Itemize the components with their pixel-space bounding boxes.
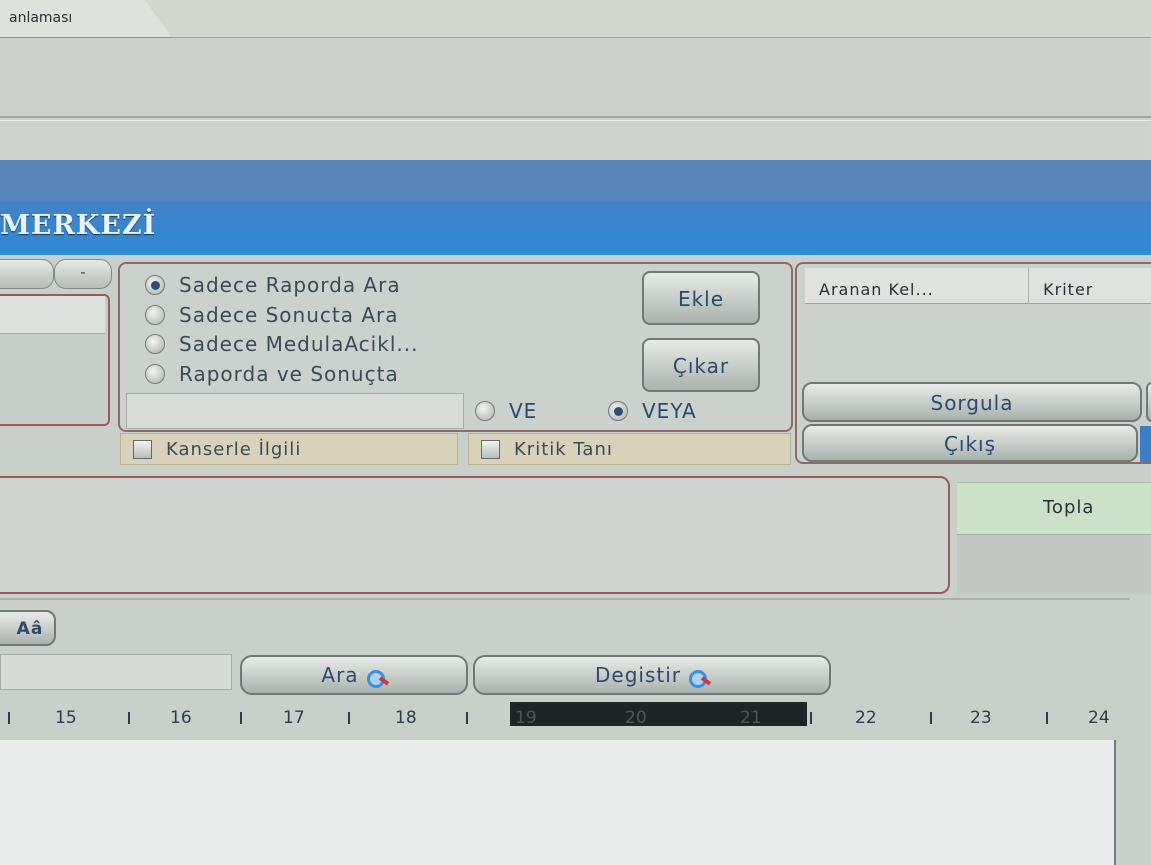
remove-button[interactable]: Çıkar bbox=[642, 338, 760, 392]
ruler-tick bbox=[8, 712, 10, 724]
ruler-number: 24 bbox=[1088, 708, 1110, 728]
radio-selected-icon bbox=[608, 401, 628, 421]
replace-button[interactable]: Degistir bbox=[473, 655, 831, 695]
find-input[interactable] bbox=[0, 654, 232, 690]
exit-button[interactable]: Çıkış bbox=[802, 424, 1138, 462]
ruler-tick bbox=[466, 712, 468, 724]
find-button[interactable]: Ara bbox=[240, 655, 468, 695]
ruler-number: 22 bbox=[855, 708, 877, 728]
ruler-number: 23 bbox=[970, 708, 992, 728]
list-item[interactable] bbox=[0, 296, 105, 334]
side-indicator bbox=[1140, 426, 1151, 462]
ruler[interactable]: 15 16 17 18 19 20 21 22 23 24 bbox=[0, 700, 1151, 740]
tab-strip bbox=[0, 0, 1151, 38]
match-case-button[interactable]: Aâ bbox=[0, 610, 56, 646]
ruler-tick bbox=[1046, 712, 1048, 724]
ruler-number: 20 bbox=[625, 708, 647, 728]
radio-only-result[interactable]: Sadece Sonucta Ara bbox=[145, 300, 399, 330]
add-button[interactable]: Ekle bbox=[642, 271, 760, 325]
criteria-table-header: Aranan Kel... Kriter bbox=[805, 268, 1151, 304]
notes-textarea[interactable] bbox=[0, 476, 950, 594]
radio-icon bbox=[145, 305, 165, 325]
document-editor[interactable] bbox=[0, 740, 1116, 865]
ruler-tick bbox=[128, 712, 130, 724]
radio-report-and-result[interactable]: Raporda ve Sonuçta bbox=[145, 359, 399, 389]
checkbox-icon bbox=[481, 439, 500, 459]
ruler-tick bbox=[930, 712, 932, 724]
radio-label: Sadece Raporda Ara bbox=[179, 273, 401, 297]
query-button[interactable]: Sorgula bbox=[802, 382, 1142, 422]
checkbox-icon bbox=[133, 439, 152, 459]
ruler-number: 18 bbox=[395, 708, 417, 728]
page-title: MERKEZİ bbox=[0, 210, 157, 241]
checkbox-cancer-related[interactable]: Kanserle İlgili bbox=[120, 433, 458, 465]
radio-and[interactable]: VE bbox=[475, 396, 537, 426]
total-label: Topla bbox=[1043, 497, 1095, 518]
radio-icon bbox=[475, 401, 495, 421]
minus-button[interactable]: - bbox=[54, 259, 112, 289]
find-label: Ara bbox=[321, 663, 359, 687]
radio-label: VE bbox=[509, 399, 538, 423]
tab-active[interactable]: anlaması bbox=[0, 0, 172, 38]
collapse-button[interactable] bbox=[0, 259, 54, 289]
radio-label: Raporda ve Sonuçta bbox=[179, 362, 399, 386]
ruler-tick bbox=[348, 712, 350, 724]
radio-icon bbox=[145, 334, 165, 354]
radio-label: VEYA bbox=[642, 399, 697, 423]
radio-or[interactable]: VEYA bbox=[608, 396, 697, 426]
radio-only-report[interactable]: Sadece Raporda Ara bbox=[145, 270, 401, 300]
search-icon bbox=[366, 669, 387, 688]
ruler-tick bbox=[810, 712, 812, 724]
radio-only-medula[interactable]: Sadece MedulaAcikl... bbox=[145, 329, 418, 359]
search-replace-icon bbox=[689, 669, 709, 688]
replace-label: Degistir bbox=[595, 663, 681, 687]
editor-margin bbox=[1118, 740, 1151, 865]
ruler-number: 16 bbox=[170, 708, 192, 728]
divider bbox=[0, 598, 1130, 600]
ruler-tick bbox=[240, 712, 242, 724]
ruler-number: 21 bbox=[740, 708, 762, 728]
toolbar-band bbox=[0, 38, 1151, 118]
ruler-number: 17 bbox=[283, 708, 305, 728]
radio-label: Sadece MedulaAcikl... bbox=[179, 332, 419, 356]
radio-label: Sadece Sonucta Ara bbox=[179, 303, 399, 327]
keyword-input[interactable] bbox=[126, 393, 464, 429]
checkbox-critical-diagnosis[interactable]: Kritik Tanı bbox=[468, 433, 791, 465]
tab-label: anlaması bbox=[9, 10, 73, 26]
checkbox-label: Kanserle İlgili bbox=[166, 438, 302, 460]
column-header-keyword[interactable]: Aranan Kel... bbox=[805, 268, 1030, 304]
checkbox-label: Kritik Tanı bbox=[514, 438, 613, 460]
ruler-number: 15 bbox=[55, 708, 77, 728]
ruler-number: 19 bbox=[515, 708, 537, 728]
radio-icon bbox=[145, 364, 165, 384]
column-header-criteria[interactable]: Kriter bbox=[1029, 268, 1151, 304]
side-button[interactable] bbox=[1146, 382, 1151, 422]
radio-selected-icon bbox=[145, 275, 165, 295]
total-value-cell bbox=[957, 534, 1151, 594]
toolbar-band-secondary bbox=[0, 120, 1151, 160]
page-header bbox=[0, 160, 1151, 255]
